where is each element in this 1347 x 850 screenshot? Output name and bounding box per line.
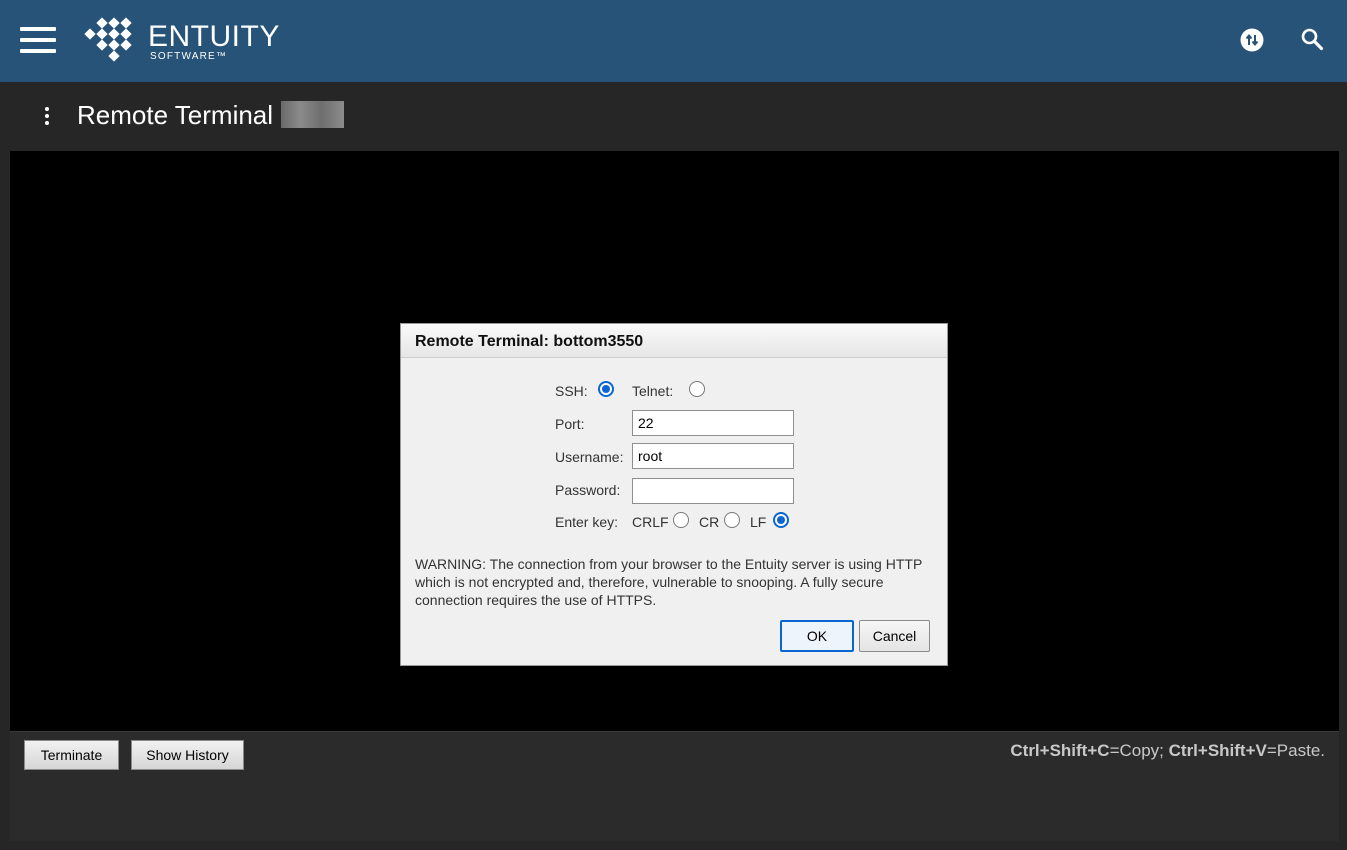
cr-label: CR — [699, 514, 720, 530]
clipboard-hint: Ctrl+Shift+C=Copy; Ctrl+Shift+V=Paste. — [1010, 741, 1325, 761]
ssh-radio[interactable] — [598, 381, 614, 397]
brand-subtitle: SOFTWARE™ — [150, 51, 228, 62]
port-label: Port: — [555, 416, 585, 432]
crlf-radio[interactable] — [673, 512, 689, 528]
dialog-title: Remote Terminal: bottom3550 — [415, 333, 644, 350]
cancel-button[interactable]: Cancel — [859, 620, 930, 652]
password-label: Password: — [555, 482, 621, 498]
top-bar: ENTUITY SOFTWARE™ — [0, 0, 1347, 82]
entuity-logo[interactable]: ENTUITY SOFTWARE™ — [84, 17, 284, 65]
brand-name: ENTUITY — [148, 20, 280, 53]
enter-key-label: Enter key: — [555, 514, 619, 530]
copy-text: =Copy; — [1109, 741, 1169, 760]
remote-terminal-dialog: Remote Terminal: bottom3550 SSH: Telnet:… — [400, 323, 948, 666]
username-label: Username: — [555, 449, 624, 465]
cr-radio[interactable] — [724, 512, 740, 528]
crlf-label: CRLF — [632, 514, 669, 530]
show-history-button[interactable]: Show History — [131, 740, 244, 770]
username-input[interactable] — [632, 443, 794, 469]
sync-icon[interactable] — [1240, 28, 1264, 52]
copy-shortcut: Ctrl+Shift+C — [1010, 741, 1110, 760]
ssh-label: SSH: — [555, 383, 588, 399]
paste-text: =Paste. — [1266, 741, 1325, 760]
lf-radio[interactable] — [773, 512, 789, 528]
http-warning-text: WARNING: The connection from your browse… — [415, 556, 923, 608]
dialog-header[interactable]: Remote Terminal: bottom3550 — [401, 324, 947, 358]
hamburger-menu-icon[interactable] — [20, 27, 56, 53]
paste-shortcut: Ctrl+Shift+V — [1168, 741, 1267, 760]
page-title: Remote Terminal — [77, 100, 274, 130]
lf-label: LF — [750, 514, 767, 530]
more-vertical-icon[interactable] — [38, 104, 56, 128]
ok-button[interactable]: OK — [780, 620, 854, 652]
search-icon[interactable] — [1300, 27, 1324, 51]
telnet-label: Telnet: — [632, 383, 674, 399]
terminate-button[interactable]: Terminate — [24, 740, 119, 770]
logo-mark-icon — [84, 17, 132, 62]
password-input[interactable] — [632, 478, 794, 504]
terminal-footer: Terminate Show History Ctrl+Shift+C=Copy… — [10, 731, 1339, 841]
telnet-radio[interactable] — [689, 381, 705, 397]
port-input[interactable] — [632, 410, 794, 436]
redacted-hostname — [281, 101, 344, 128]
